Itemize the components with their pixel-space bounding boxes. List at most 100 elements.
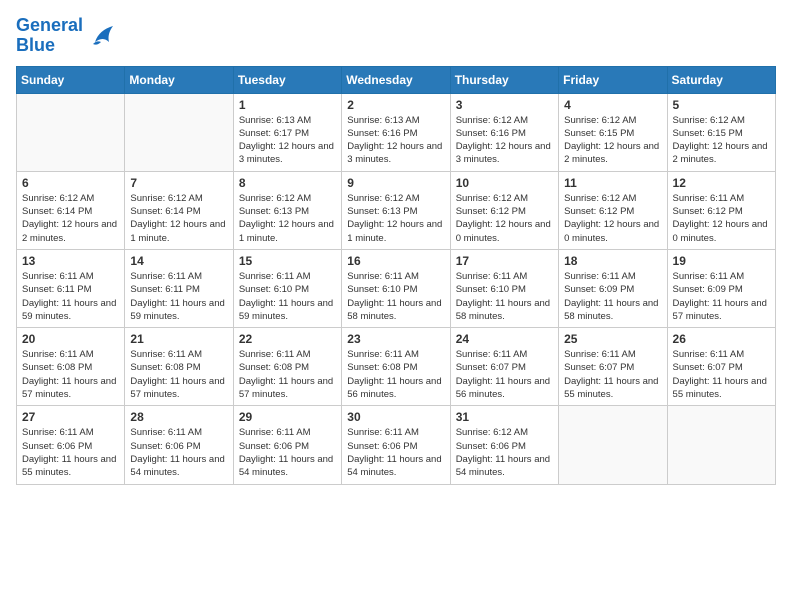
day-number: 10 (456, 176, 553, 190)
calendar-cell: 18Sunrise: 6:11 AM Sunset: 6:09 PM Dayli… (559, 249, 667, 327)
calendar-cell (125, 93, 233, 171)
day-number: 15 (239, 254, 336, 268)
logo-blue: Blue (16, 35, 55, 55)
day-info: Sunrise: 6:11 AM Sunset: 6:08 PM Dayligh… (22, 348, 119, 401)
day-info: Sunrise: 6:12 AM Sunset: 6:15 PM Dayligh… (564, 114, 661, 167)
day-number: 19 (673, 254, 770, 268)
day-info: Sunrise: 6:12 AM Sunset: 6:12 PM Dayligh… (456, 192, 553, 245)
calendar-week-row: 6 Sunrise: 6:12 AM Sunset: 6:14 PM Daylig… (17, 171, 776, 249)
day-number: 22 (239, 332, 336, 346)
day-number: 25 (564, 332, 661, 346)
calendar-cell: 23 Sunrise: 6:11 AM Sunset: 6:08 PM Dayli… (342, 328, 450, 406)
calendar-cell: 27 Sunrise: 6:11 AM Sunset: 6:06 PM Dayli… (17, 406, 125, 484)
day-info: Sunrise: 6:11 AM Sunset: 6:08 PM Dayligh… (239, 348, 336, 401)
logo-icon (87, 22, 117, 50)
day-number: 21 (130, 332, 227, 346)
day-info: Sunrise: 6:12 AM Sunset: 6:15 PM Dayligh… (673, 114, 770, 167)
day-info: Sunrise: 6:11 AM Sunset: 6:07 PM Dayligh… (564, 348, 661, 401)
day-number: 14 (130, 254, 227, 268)
day-info: Sunrise: 6:11 AM Sunset: 6:12 PM Dayligh… (673, 192, 770, 245)
weekday-header-saturday: Saturday (667, 66, 775, 93)
day-info: Sunrise: 6:13 AM Sunset: 6:17 PM Dayligh… (239, 114, 336, 167)
calendar-cell: 24 Sunrise: 6:11 AM Sunset: 6:07 PM Dayli… (450, 328, 558, 406)
day-number: 1 (239, 98, 336, 112)
calendar-cell: 4 Sunrise: 6:12 AM Sunset: 6:15 PM Daylig… (559, 93, 667, 171)
day-number: 4 (564, 98, 661, 112)
day-info: Sunrise: 6:12 AM Sunset: 6:16 PM Dayligh… (456, 114, 553, 167)
calendar-cell: 6 Sunrise: 6:12 AM Sunset: 6:14 PM Daylig… (17, 171, 125, 249)
day-number: 2 (347, 98, 444, 112)
calendar-cell: 5 Sunrise: 6:12 AM Sunset: 6:15 PM Daylig… (667, 93, 775, 171)
calendar-cell: 21 Sunrise: 6:11 AM Sunset: 6:08 PM Dayli… (125, 328, 233, 406)
calendar-cell (667, 406, 775, 484)
day-info: Sunrise: 6:11 AM Sunset: 6:11 PM Dayligh… (22, 270, 119, 323)
day-number: 8 (239, 176, 336, 190)
day-number: 16 (347, 254, 444, 268)
logo-text: General Blue (16, 16, 83, 56)
calendar-cell: 9 Sunrise: 6:12 AM Sunset: 6:13 PM Daylig… (342, 171, 450, 249)
weekday-header-row: SundayMondayTuesdayWednesdayThursdayFrid… (17, 66, 776, 93)
weekday-header-sunday: Sunday (17, 66, 125, 93)
calendar-week-row: 13 Sunrise: 6:11 AM Sunset: 6:11 PM Dayli… (17, 249, 776, 327)
day-info: Sunrise: 6:11 AM Sunset: 6:07 PM Dayligh… (673, 348, 770, 401)
day-number: 31 (456, 410, 553, 424)
weekday-header-monday: Monday (125, 66, 233, 93)
day-number: 30 (347, 410, 444, 424)
day-number: 12 (673, 176, 770, 190)
day-info: Sunrise: 6:12 AM Sunset: 6:14 PM Dayligh… (130, 192, 227, 245)
day-info: Sunrise: 6:11 AM Sunset: 6:08 PM Dayligh… (347, 348, 444, 401)
calendar-cell: 7 Sunrise: 6:12 AM Sunset: 6:14 PM Daylig… (125, 171, 233, 249)
calendar-cell: 22 Sunrise: 6:11 AM Sunset: 6:08 PM Dayli… (233, 328, 341, 406)
day-info: Sunrise: 6:12 AM Sunset: 6:06 PM Dayligh… (456, 426, 553, 479)
calendar-cell: 30 Sunrise: 6:11 AM Sunset: 6:06 PM Dayli… (342, 406, 450, 484)
day-number: 17 (456, 254, 553, 268)
day-info: Sunrise: 6:11 AM Sunset: 6:07 PM Dayligh… (456, 348, 553, 401)
day-info: Sunrise: 6:12 AM Sunset: 6:13 PM Dayligh… (347, 192, 444, 245)
calendar-cell: 28 Sunrise: 6:11 AM Sunset: 6:06 PM Dayli… (125, 406, 233, 484)
day-info: Sunrise: 6:11 AM Sunset: 6:08 PM Dayligh… (130, 348, 227, 401)
day-info: Sunrise: 6:11 AM Sunset: 6:06 PM Dayligh… (347, 426, 444, 479)
logo: General Blue (16, 16, 117, 56)
day-info: Sunrise: 6:11 AM Sunset: 6:10 PM Dayligh… (239, 270, 336, 323)
calendar-cell (559, 406, 667, 484)
day-info: Sunrise: 6:12 AM Sunset: 6:12 PM Dayligh… (564, 192, 661, 245)
calendar-cell: 11Sunrise: 6:12 AM Sunset: 6:12 PM Dayli… (559, 171, 667, 249)
day-info: Sunrise: 6:12 AM Sunset: 6:13 PM Dayligh… (239, 192, 336, 245)
day-number: 27 (22, 410, 119, 424)
day-number: 24 (456, 332, 553, 346)
day-number: 28 (130, 410, 227, 424)
calendar-cell: 2Sunrise: 6:13 AM Sunset: 6:16 PM Daylig… (342, 93, 450, 171)
day-number: 5 (673, 98, 770, 112)
calendar-cell: 20Sunrise: 6:11 AM Sunset: 6:08 PM Dayli… (17, 328, 125, 406)
day-number: 6 (22, 176, 119, 190)
day-info: Sunrise: 6:11 AM Sunset: 6:10 PM Dayligh… (456, 270, 553, 323)
calendar-cell: 3Sunrise: 6:12 AM Sunset: 6:16 PM Daylig… (450, 93, 558, 171)
weekday-header-thursday: Thursday (450, 66, 558, 93)
calendar-week-row: 1 Sunrise: 6:13 AM Sunset: 6:17 PM Daylig… (17, 93, 776, 171)
day-number: 9 (347, 176, 444, 190)
calendar-cell (17, 93, 125, 171)
day-info: Sunrise: 6:11 AM Sunset: 6:06 PM Dayligh… (22, 426, 119, 479)
calendar-cell: 14 Sunrise: 6:11 AM Sunset: 6:11 PM Dayli… (125, 249, 233, 327)
day-number: 7 (130, 176, 227, 190)
day-info: Sunrise: 6:12 AM Sunset: 6:14 PM Dayligh… (22, 192, 119, 245)
day-number: 13 (22, 254, 119, 268)
day-info: Sunrise: 6:11 AM Sunset: 6:09 PM Dayligh… (673, 270, 770, 323)
calendar-cell: 13 Sunrise: 6:11 AM Sunset: 6:11 PM Dayli… (17, 249, 125, 327)
day-info: Sunrise: 6:11 AM Sunset: 6:11 PM Dayligh… (130, 270, 227, 323)
calendar-cell: 17 Sunrise: 6:11 AM Sunset: 6:10 PM Dayli… (450, 249, 558, 327)
calendar-week-row: 20Sunrise: 6:11 AM Sunset: 6:08 PM Dayli… (17, 328, 776, 406)
day-info: Sunrise: 6:11 AM Sunset: 6:10 PM Dayligh… (347, 270, 444, 323)
logo-general: General (16, 15, 83, 35)
calendar-cell: 25 Sunrise: 6:11 AM Sunset: 6:07 PM Dayli… (559, 328, 667, 406)
weekday-header-tuesday: Tuesday (233, 66, 341, 93)
calendar-cell: 12 Sunrise: 6:11 AM Sunset: 6:12 PM Dayli… (667, 171, 775, 249)
day-info: Sunrise: 6:11 AM Sunset: 6:06 PM Dayligh… (130, 426, 227, 479)
weekday-header-friday: Friday (559, 66, 667, 93)
day-number: 23 (347, 332, 444, 346)
weekday-header-wednesday: Wednesday (342, 66, 450, 93)
calendar-cell: 1 Sunrise: 6:13 AM Sunset: 6:17 PM Daylig… (233, 93, 341, 171)
page-header: General Blue (16, 16, 776, 56)
calendar-cell: 31 Sunrise: 6:12 AM Sunset: 6:06 PM Dayli… (450, 406, 558, 484)
day-info: Sunrise: 6:11 AM Sunset: 6:06 PM Dayligh… (239, 426, 336, 479)
